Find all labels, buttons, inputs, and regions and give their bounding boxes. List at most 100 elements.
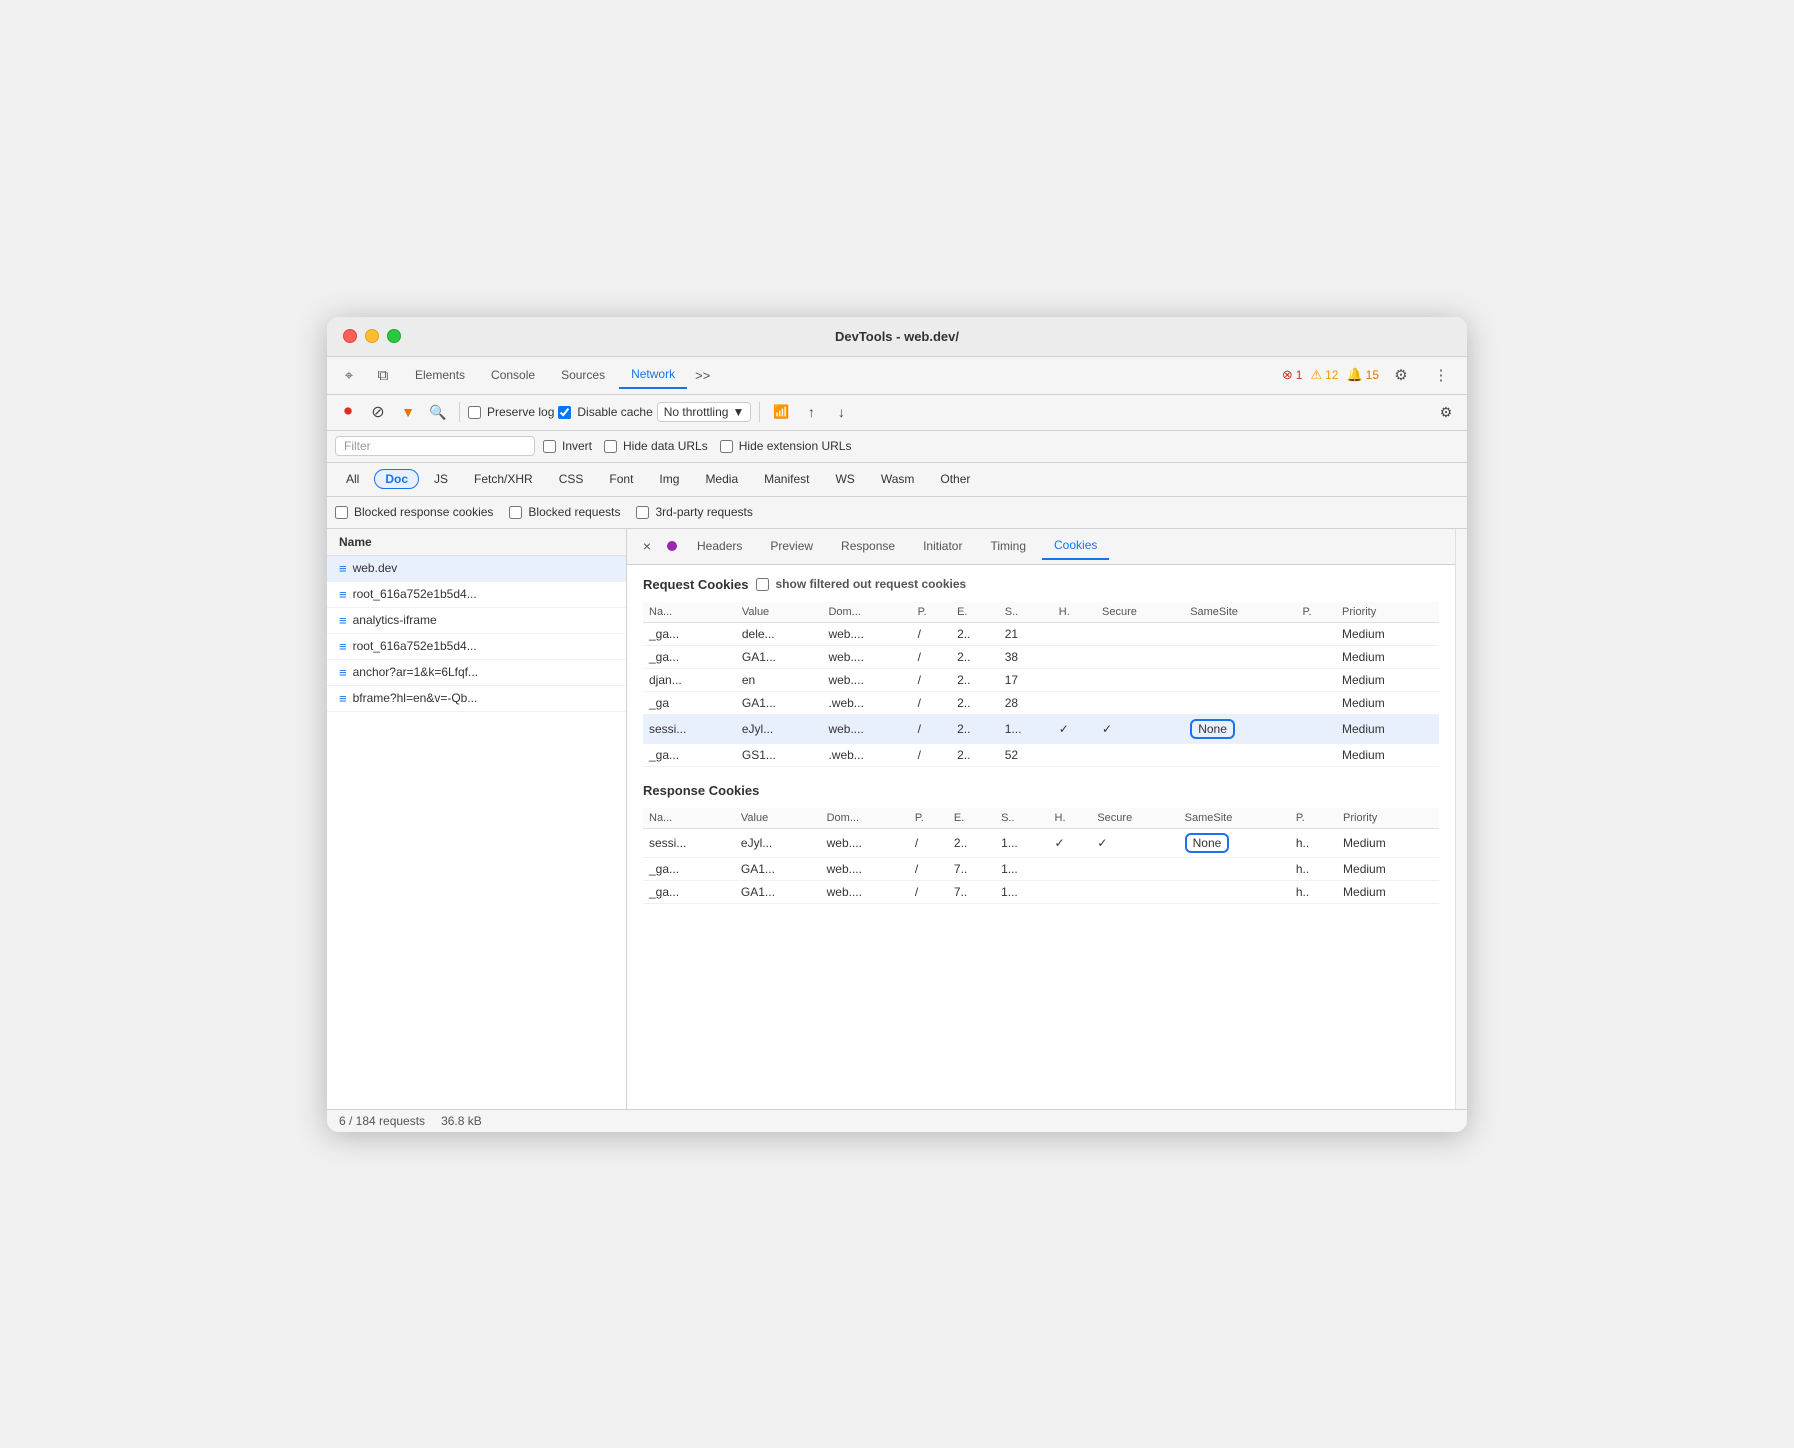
sidebar-item-bframe[interactable]: ≡ bframe?hl=en&v=-Qb... <box>327 686 626 712</box>
detail-close-button[interactable]: × <box>635 534 659 558</box>
resource-btn-all[interactable]: All <box>335 469 370 489</box>
tab-headers[interactable]: Headers <box>685 533 754 559</box>
sidebar-item-webdev[interactable]: ≡ web.dev <box>327 556 626 582</box>
resource-btn-media[interactable]: Media <box>694 469 749 489</box>
col-size: S.. <box>995 808 1048 829</box>
resource-btn-manifest[interactable]: Manifest <box>753 469 820 489</box>
col-name: Na... <box>643 602 736 623</box>
clear-button[interactable]: ⊘ <box>365 399 391 425</box>
cell-name: _ga... <box>643 622 736 645</box>
more-tabs-button[interactable]: >> <box>689 364 716 387</box>
cell-secure <box>1096 743 1184 766</box>
download-icon[interactable]: ↓ <box>828 399 854 425</box>
hide-data-urls-label[interactable]: Hide data URLs <box>604 439 708 453</box>
table-row[interactable]: _ga... dele... web.... / 2.. 21 Medium <box>643 622 1439 645</box>
record-button[interactable]: ⏺ <box>335 399 361 425</box>
resource-btn-img[interactable]: Img <box>648 469 690 489</box>
third-party-requests-label[interactable]: 3rd-party requests <box>636 505 752 519</box>
tab-console[interactable]: Console <box>479 362 547 388</box>
tab-timing[interactable]: Timing <box>978 533 1038 559</box>
table-row-highlighted[interactable]: sessi... eJyl... web.... / 2.. 1... ✓ ✓ … <box>643 714 1439 743</box>
invert-checkbox[interactable] <box>543 440 556 453</box>
tab-response[interactable]: Response <box>829 533 907 559</box>
hide-data-urls-checkbox[interactable] <box>604 440 617 453</box>
sidebar-item-analytics[interactable]: ≡ analytics-iframe <box>327 608 626 634</box>
resource-btn-fetchxhr[interactable]: Fetch/XHR <box>463 469 544 489</box>
cell-name: _ga... <box>643 857 735 880</box>
cell-expires: 2.. <box>951 668 999 691</box>
blocked-response-cookies-label[interactable]: Blocked response cookies <box>335 505 493 519</box>
sidebar-item-root1[interactable]: ≡ root_616a752e1b5d4... <box>327 582 626 608</box>
show-filtered-label[interactable]: show filtered out request cookies <box>756 577 966 591</box>
resource-btn-doc[interactable]: Doc <box>374 469 419 489</box>
sidebar-item-anchor[interactable]: ≡ anchor?ar=1&k=6Lfqf... <box>327 660 626 686</box>
tab-cookies[interactable]: Cookies <box>1042 532 1109 560</box>
col-priority: Priority <box>1336 602 1439 623</box>
filter-input[interactable] <box>335 436 535 456</box>
maximize-button[interactable] <box>387 329 401 343</box>
cell-secure <box>1096 622 1184 645</box>
invert-label[interactable]: Invert <box>543 439 592 453</box>
cell-priority: Medium <box>1336 691 1439 714</box>
device-icon[interactable]: ⧉ <box>369 361 397 389</box>
title-bar: DevTools - web.dev/ <box>327 317 1467 357</box>
tab-initiator[interactable]: Initiator <box>911 533 974 559</box>
disable-cache-checkbox[interactable] <box>558 406 571 419</box>
cell-size: 28 <box>999 691 1053 714</box>
resource-btn-js[interactable]: JS <box>423 469 459 489</box>
settings-icon[interactable]: ⚙ <box>1387 361 1415 389</box>
disable-cache-label[interactable]: Disable cache <box>558 405 652 419</box>
search-button[interactable]: 🔍 <box>425 399 451 425</box>
resource-types-bar: All Doc JS Fetch/XHR CSS Font Img Media … <box>327 463 1467 497</box>
transfer-size: 36.8 kB <box>441 1114 482 1128</box>
tab-sources[interactable]: Sources <box>549 362 617 388</box>
table-row[interactable]: _ga... GS1... .web... / 2.. 52 Medium <box>643 743 1439 766</box>
filter-toggle-button[interactable]: ▼ <box>395 399 421 425</box>
table-row[interactable]: djan... en web.... / 2.. 17 Medium <box>643 668 1439 691</box>
detail-panel: × Headers Preview Response Initiator Tim… <box>627 529 1455 1109</box>
resource-btn-other[interactable]: Other <box>929 469 981 489</box>
table-row[interactable]: _ga... GA1... web.... / 7.. 1... h.. Med… <box>643 857 1439 880</box>
sidebar-item-root2[interactable]: ≡ root_616a752e1b5d4... <box>327 634 626 660</box>
table-row[interactable]: _ga GA1... .web... / 2.. 28 Medium <box>643 691 1439 714</box>
throttle-select[interactable]: No throttling ▼ <box>657 402 752 422</box>
hide-extension-urls-label[interactable]: Hide extension URLs <box>720 439 852 453</box>
close-button[interactable] <box>343 329 357 343</box>
blocked-requests-label[interactable]: Blocked requests <box>509 505 620 519</box>
cell-name: _ga... <box>643 645 736 668</box>
table-row[interactable]: _ga... GA1... web.... / 7.. 1... h.. Med… <box>643 880 1439 903</box>
hide-extension-urls-checkbox[interactable] <box>720 440 733 453</box>
blocked-response-cookies-checkbox[interactable] <box>335 506 348 519</box>
network-settings-icon[interactable]: ⚙ <box>1433 399 1459 425</box>
filter-options: Invert Hide data URLs Hide extension URL… <box>543 439 851 453</box>
resource-btn-font[interactable]: Font <box>598 469 644 489</box>
tab-elements[interactable]: Elements <box>403 362 477 388</box>
preserve-log-label[interactable]: Preserve log <box>468 405 554 419</box>
blocked-requests-checkbox[interactable] <box>509 506 522 519</box>
minimize-button[interactable] <box>365 329 379 343</box>
third-party-requests-checkbox[interactable] <box>636 506 649 519</box>
upload-icon[interactable]: ↑ <box>798 399 824 425</box>
col-samesite: SameSite <box>1184 602 1296 623</box>
show-filtered-checkbox[interactable] <box>756 578 769 591</box>
tab-preview[interactable]: Preview <box>758 533 825 559</box>
tab-network[interactable]: Network <box>619 361 687 389</box>
sidebar-item-webdev-label: web.dev <box>353 561 398 575</box>
table-row[interactable]: _ga... GA1... web.... / 2.. 38 Medium <box>643 645 1439 668</box>
preserve-log-checkbox[interactable] <box>468 406 481 419</box>
more-options-icon[interactable]: ⋮ <box>1427 361 1455 389</box>
request-cookies-section: Request Cookies show filtered out reques… <box>643 577 1439 592</box>
col-httponly: H. <box>1053 602 1096 623</box>
cell-size: 1... <box>995 880 1048 903</box>
cursor-icon[interactable]: ⌖ <box>335 361 363 389</box>
resource-btn-ws[interactable]: WS <box>824 469 865 489</box>
hide-data-urls-text: Hide data URLs <box>623 439 708 453</box>
wifi-icon[interactable]: 📶 <box>768 399 794 425</box>
scrollbar[interactable] <box>1455 529 1467 1109</box>
resource-btn-wasm[interactable]: Wasm <box>870 469 926 489</box>
table-row[interactable]: sessi... eJyl... web.... / 2.. 1... ✓ ✓ … <box>643 828 1439 857</box>
warning-icon: ⚠ <box>1310 367 1322 383</box>
cell-expires: 2.. <box>951 714 999 743</box>
cell-name: _ga... <box>643 743 736 766</box>
resource-btn-css[interactable]: CSS <box>548 469 595 489</box>
